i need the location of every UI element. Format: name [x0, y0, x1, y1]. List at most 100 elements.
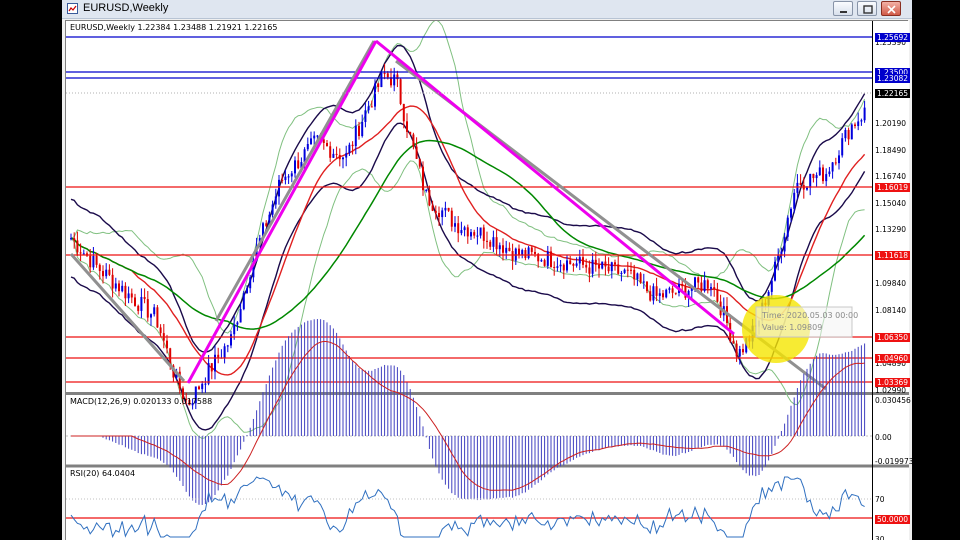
macd-scale-tick: 0.030456 [875, 395, 911, 405]
candle-body [815, 175, 818, 179]
candle-body [550, 251, 552, 267]
candle-body [844, 129, 847, 139]
candle-body [348, 144, 351, 154]
candle-body [444, 207, 447, 211]
rsi-scale-tick: 30 [875, 534, 885, 540]
candle-body [527, 247, 530, 259]
minimize-button[interactable] [833, 1, 853, 16]
candle-body [505, 247, 508, 253]
candle-body [370, 106, 373, 108]
candle-body [342, 157, 344, 160]
candle-body [639, 273, 642, 283]
price-scale-tick: 1.15040 [875, 198, 907, 208]
candle-body [553, 266, 556, 268]
candle-body [425, 190, 428, 192]
close-button[interactable] [881, 1, 901, 16]
candle-body [358, 125, 360, 137]
candle-body [713, 287, 716, 290]
candle-body [114, 283, 117, 289]
candle-body [108, 269, 111, 275]
candle-body [226, 345, 229, 347]
candle-body [127, 293, 130, 299]
level-price-tag: 1.25692 [875, 32, 911, 42]
candle-body [585, 264, 588, 268]
candle-body [332, 153, 335, 158]
candle-body [153, 307, 156, 315]
candle-body [630, 269, 632, 271]
candle-body [92, 255, 95, 268]
candle-body [716, 289, 719, 302]
chart-window-icon [67, 3, 78, 14]
candle-body [809, 173, 812, 188]
candle-body [854, 124, 856, 127]
candle-body [374, 83, 376, 107]
candle-body [454, 223, 456, 227]
candle-body [274, 196, 277, 205]
candle-body [546, 251, 549, 266]
candle-body [73, 238, 76, 241]
candle-body [159, 327, 162, 334]
level-price-tag: 1.06350 [875, 332, 911, 342]
candle-body [572, 264, 575, 266]
candle-body [402, 103, 405, 122]
candle-body [482, 227, 485, 241]
chart-area[interactable]: EURUSD,Weekly 1.22384 1.23488 1.21921 1.… [65, 20, 912, 540]
candle-body [604, 261, 607, 267]
candle-body [418, 158, 421, 167]
level-price-tag: 1.04960 [875, 353, 911, 363]
minimize-icon [840, 11, 847, 13]
price-chart-canvas[interactable] [66, 21, 909, 540]
level-price-tag: 1.03369 [875, 377, 911, 387]
macd-scale-tick: -0.019973 [875, 456, 912, 466]
candle-body [271, 204, 274, 215]
candle-body [706, 280, 709, 289]
candle-body [742, 349, 744, 353]
candle-body [703, 280, 706, 291]
candle-body [89, 255, 92, 268]
candle-body [242, 293, 245, 310]
candle-body [834, 162, 837, 164]
candle-body [150, 314, 152, 318]
candle-body [326, 143, 328, 147]
candle-body [166, 340, 168, 349]
candle-body [156, 307, 159, 328]
candle-body [540, 260, 543, 262]
level-price-tag: 1.11618 [875, 250, 911, 260]
candle-body [614, 262, 616, 265]
chart-window: EURUSD,Weekly EURUSD,Weekly 1.22384 1.23… [62, 0, 912, 540]
candle-body [665, 289, 668, 298]
candle-body [489, 241, 492, 247]
candle-body [431, 205, 434, 211]
candle-body [473, 232, 476, 236]
candle-body [498, 245, 501, 250]
close-icon [887, 5, 896, 14]
candle-body [463, 227, 466, 231]
candle-body [697, 277, 700, 283]
candle-body [658, 293, 661, 296]
candle-body [649, 291, 652, 301]
restore-button[interactable] [857, 1, 877, 16]
candle-body [812, 173, 815, 179]
candle-body [694, 277, 696, 289]
candle-body [207, 363, 210, 384]
candle-body [841, 138, 844, 156]
candle-body [290, 173, 293, 177]
candle-body [847, 129, 850, 140]
candle-body [783, 236, 786, 252]
tooltip-time: Time: 2020.05.03 00:00 [762, 311, 859, 320]
candle-body [470, 232, 472, 237]
price-scale-tick: 1.08140 [875, 305, 907, 315]
candle-body [79, 252, 82, 254]
candle-body [738, 349, 741, 357]
current-price-tag: 1.22165 [875, 88, 911, 98]
candle-body [796, 182, 799, 193]
candle-body [793, 192, 796, 209]
candle-body [329, 146, 332, 158]
window-titlebar[interactable]: EURUSD,Weekly [62, 0, 912, 19]
candle-body [415, 146, 418, 159]
candle-body [646, 281, 648, 292]
candle-body [700, 282, 703, 291]
candle-body [428, 190, 431, 206]
candle-body [249, 277, 252, 289]
candle-body [364, 110, 367, 122]
